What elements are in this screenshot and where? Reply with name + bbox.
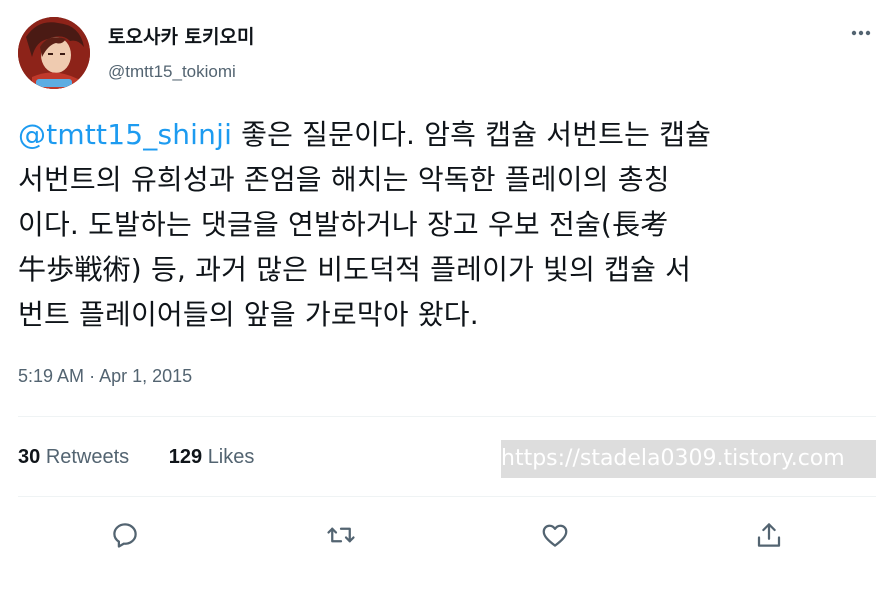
retweet-button[interactable]	[322, 516, 360, 554]
reply-button[interactable]	[106, 516, 144, 554]
avatar[interactable]	[18, 17, 90, 89]
tweet-text: @tmtt15_shinji 좋은 질문이다. 암흑 캡슐 서번트는 캡슐서번트…	[18, 112, 878, 337]
engagement-stats: 30 Retweets 129 Likes	[18, 446, 288, 469]
likes-label: Likes	[207, 446, 255, 468]
divider	[18, 496, 876, 497]
more-options-button[interactable]	[844, 20, 878, 46]
timestamp-time-link[interactable]: 5:19 AM	[18, 366, 84, 386]
retweets-count: 30	[18, 446, 41, 468]
tweet-line-2: 서번트의 유희성과 존엄을 해치는 악독한 플레이의 총칭	[18, 163, 670, 196]
avatar-portrait-icon	[18, 17, 90, 89]
retweets-label: Retweets	[45, 446, 130, 468]
watermark: https://stadela0309.tistory.com	[501, 440, 876, 478]
divider	[18, 416, 876, 417]
tweet-line-1-text: 좋은 질문이다. 암흑 캡슐 서번트는 캡슐	[232, 118, 712, 151]
reply-icon	[113, 523, 137, 548]
handle[interactable]: @tmtt15_tokiomi	[108, 62, 236, 82]
timestamp: 5:19 AM · Apr 1, 2015	[18, 366, 192, 387]
timestamp-separator: ·	[89, 366, 96, 386]
retweets-stat[interactable]: 30 Retweets	[18, 446, 129, 468]
tweet-line-3: 이다. 도발하는 댓글을 연발하거나 장고 우보 전술(長考	[18, 208, 669, 241]
likes-count: 129	[168, 446, 203, 468]
share-icon	[757, 523, 781, 547]
display-name[interactable]: 토오사카 토키오미	[108, 22, 254, 49]
mention-link[interactable]: @tmtt15_shinji	[18, 118, 232, 151]
tweet-line-1: @tmtt15_shinji 좋은 질문이다. 암흑 캡슐 서번트는 캡슐	[18, 112, 878, 157]
share-button[interactable]	[750, 516, 788, 554]
tweet-line-4: 牛歩戦術) 등, 과거 많은 비도덕적 플레이가 빛의 캡슐 서	[18, 253, 692, 286]
more-horizontal-icon	[851, 30, 871, 36]
like-button[interactable]	[536, 516, 574, 554]
timestamp-date-link[interactable]: Apr 1, 2015	[99, 366, 192, 386]
heart-icon	[542, 524, 568, 547]
tweet-line-5: 번트 플레이어들의 앞을 가로막아 왔다.	[18, 298, 479, 331]
likes-stat[interactable]: 129 Likes	[169, 446, 255, 468]
retweet-icon	[327, 527, 355, 543]
